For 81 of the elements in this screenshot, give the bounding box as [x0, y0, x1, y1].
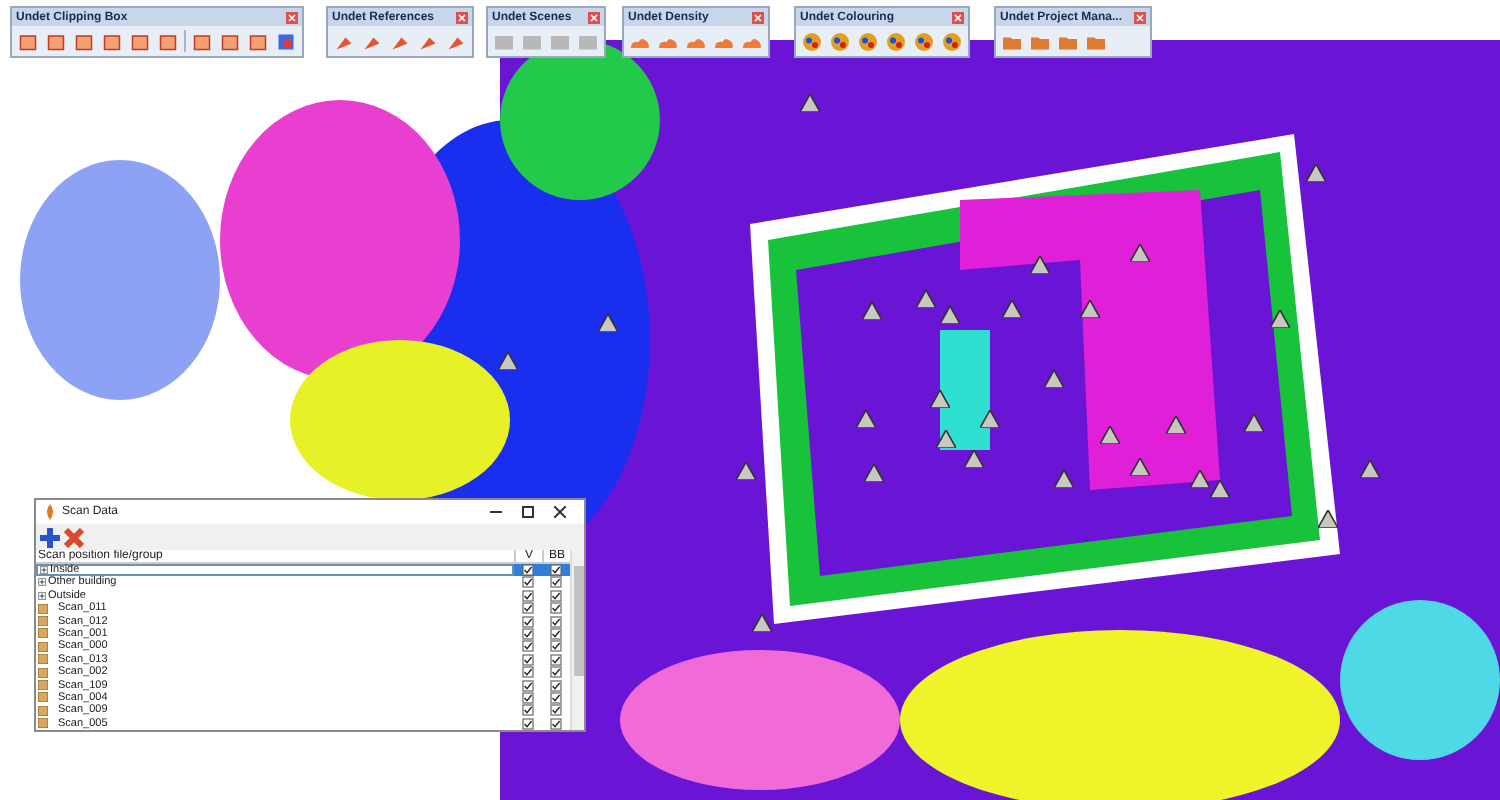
scrollbar[interactable]: [570, 550, 584, 730]
checkbox[interactable]: [550, 717, 562, 730]
checkbox[interactable]: [550, 576, 562, 589]
checkbox[interactable]: [522, 576, 534, 589]
scan-marker-icon[interactable]: [1130, 458, 1150, 476]
scan-marker-icon[interactable]: [736, 462, 756, 480]
scan-marker-icon[interactable]: [598, 314, 618, 332]
checkbox[interactable]: [550, 564, 562, 576]
palette-icon[interactable]: [940, 29, 964, 53]
checkbox[interactable]: [522, 704, 534, 717]
scan-marker-icon[interactable]: [936, 430, 956, 448]
scan-marker-icon[interactable]: [916, 290, 936, 308]
expand-icon[interactable]: [40, 566, 48, 574]
scan-marker-icon[interactable]: [1002, 300, 1022, 318]
minimize-icon[interactable]: [490, 506, 502, 518]
scan-marker-icon[interactable]: [1044, 370, 1064, 388]
checkbox[interactable]: [550, 640, 562, 653]
palette-icon[interactable]: [828, 29, 852, 53]
delete-icon[interactable]: [64, 527, 84, 547]
scan-marker-icon[interactable]: [856, 410, 876, 428]
checkbox[interactable]: [522, 589, 534, 602]
box-icon[interactable]: [190, 29, 214, 53]
palette-icon[interactable]: [884, 29, 908, 53]
checkbox[interactable]: [550, 666, 562, 679]
scan-marker-icon[interactable]: [1080, 300, 1100, 318]
checkbox[interactable]: [550, 602, 562, 615]
scan-marker-icon[interactable]: [862, 302, 882, 320]
checkbox[interactable]: [550, 615, 562, 628]
scan-marker-icon[interactable]: [1130, 244, 1150, 262]
palette-icon[interactable]: [800, 29, 824, 53]
checkbox[interactable]: [550, 627, 562, 640]
scan-marker-icon[interactable]: [752, 614, 772, 632]
checkbox[interactable]: [522, 717, 534, 730]
scan-marker-icon[interactable]: [1030, 256, 1050, 274]
checkbox[interactable]: [550, 589, 562, 602]
checkbox[interactable]: [522, 602, 534, 615]
scan-marker-icon[interactable]: [980, 410, 1000, 428]
scan-marker-icon[interactable]: [1054, 470, 1074, 488]
scan-marker-icon[interactable]: [1166, 416, 1186, 434]
scan-marker-icon[interactable]: [1270, 310, 1290, 328]
expand-icon[interactable]: [38, 578, 46, 587]
box-icon[interactable]: [72, 29, 96, 53]
app-icon: [44, 504, 56, 520]
cube-icon[interactable]: [274, 29, 298, 53]
checkbox[interactable]: [522, 653, 534, 666]
checkbox[interactable]: [522, 691, 534, 704]
scan-marker-icon[interactable]: [1360, 460, 1380, 478]
scan-marker-icon[interactable]: [1100, 426, 1120, 444]
scan-marker-icon[interactable]: [940, 306, 960, 324]
close-icon[interactable]: [554, 506, 566, 518]
checkbox[interactable]: [550, 691, 562, 704]
maximize-icon[interactable]: [522, 506, 534, 518]
scan-marker-icon[interactable]: [498, 352, 518, 370]
scan-marker-icon[interactable]: [1318, 510, 1338, 528]
checkbox[interactable]: [522, 627, 534, 640]
checkbox[interactable]: [550, 704, 562, 717]
checkbox[interactable]: [522, 679, 534, 692]
checkbox[interactable]: [522, 640, 534, 653]
checkbox[interactable]: [522, 564, 534, 576]
checkbox[interactable]: [522, 666, 534, 679]
add-icon[interactable]: [40, 527, 60, 547]
scan-marker-icon[interactable]: [1244, 414, 1264, 432]
expand-icon[interactable]: [38, 591, 46, 600]
scan-marker-icon[interactable]: [1210, 480, 1230, 498]
box-icon[interactable]: [156, 29, 180, 53]
palette-icon[interactable]: [856, 29, 880, 53]
scan-marker-icon[interactable]: [864, 464, 884, 482]
box-icon[interactable]: [16, 29, 40, 53]
scan-marker-icon[interactable]: [1306, 164, 1326, 182]
box-icon[interactable]: [128, 29, 152, 53]
checkbox[interactable]: [550, 653, 562, 666]
scan-marker-icon[interactable]: [930, 390, 950, 408]
box-icon[interactable]: [100, 29, 124, 53]
box-icon[interactable]: [246, 29, 270, 53]
scan-marker-icon[interactable]: [1190, 470, 1210, 488]
palette-icon[interactable]: [912, 29, 936, 53]
box-icon[interactable]: [44, 29, 68, 53]
checkbox[interactable]: [522, 615, 534, 628]
scan-marker-icon[interactable]: [800, 94, 820, 112]
checkbox[interactable]: [550, 679, 562, 692]
box-icon[interactable]: [218, 29, 242, 53]
